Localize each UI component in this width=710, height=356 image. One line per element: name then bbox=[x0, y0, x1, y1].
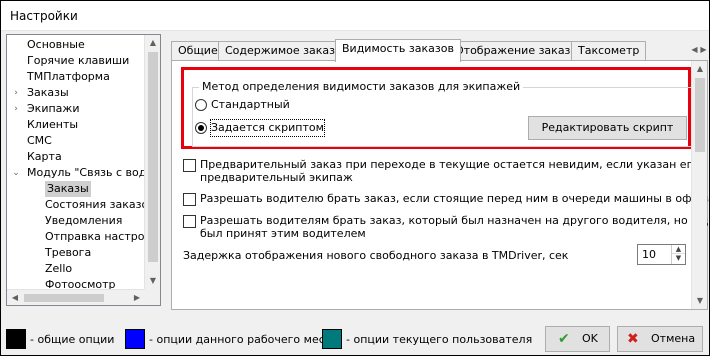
offline-label: Разрешать водителю брать заказ, если сто… bbox=[200, 192, 710, 205]
spin-up-icon[interactable]: ▲ bbox=[672, 245, 685, 254]
visibility-method-group: Метод определения видимости заказов для … bbox=[192, 80, 692, 147]
settings-tree[interactable]: Основные Горячие клавиши ТМПлатформа › Заказ… bbox=[6, 34, 161, 306]
radio-script-label: Задается скриптом bbox=[210, 119, 325, 137]
scroll-left-icon[interactable]: ◀ bbox=[7, 290, 23, 305]
tab-scroll-right-icon[interactable]: ▶ bbox=[699, 42, 708, 58]
scroll-right-icon[interactable]: ▶ bbox=[129, 290, 145, 305]
tab-scroll-left-icon[interactable]: ◀ bbox=[690, 42, 699, 58]
scroll-down-icon[interactable]: ▼ bbox=[145, 273, 160, 289]
ok-button[interactable]: ✔ OK bbox=[545, 326, 610, 352]
group-title: Метод определения видимости заказов для … bbox=[199, 80, 524, 93]
tab-order-display[interactable]: Отображение заказов bbox=[448, 41, 591, 61]
close-icon: ✖ bbox=[627, 331, 639, 347]
legend-swatch-user bbox=[322, 329, 342, 349]
spin-down-icon[interactable]: ▼ bbox=[672, 254, 685, 263]
highlight-frame: Метод определения видимости заказов для … bbox=[181, 67, 692, 149]
tab-order-visibility[interactable]: Видимость заказов bbox=[335, 39, 461, 62]
tree-item-label: Модуль "Связь с водит bbox=[27, 166, 160, 179]
tree-item-label: Экипажи bbox=[27, 102, 80, 115]
tree-item-label: Заказы bbox=[27, 86, 69, 99]
offline-checkbox[interactable] bbox=[183, 193, 196, 206]
tree-item-label: Клиенты bbox=[27, 118, 79, 131]
panel-vertical-scrollbar[interactable]: ▲ ▼ bbox=[691, 61, 707, 309]
tree-item-label: Состояния заказов bbox=[45, 198, 155, 211]
legend-swatch-general bbox=[6, 329, 26, 349]
tree-hscroll-thumb[interactable] bbox=[24, 294, 104, 302]
tree-item-label: Горячие клавиши bbox=[27, 54, 130, 67]
tab-taximeter[interactable]: Таксометр bbox=[571, 41, 647, 61]
panel-scroll-thumb[interactable] bbox=[695, 78, 705, 152]
spinner-buttons: ▲ ▼ bbox=[671, 245, 685, 264]
assigned-checkbox[interactable] bbox=[183, 215, 196, 228]
panel-scroll-down-icon[interactable]: ▼ bbox=[692, 293, 708, 309]
scroll-up-icon[interactable]: ▲ bbox=[145, 35, 160, 51]
legend-swatch-workstation bbox=[125, 329, 145, 349]
delay-spinner[interactable]: 10 ▲ ▼ bbox=[637, 244, 686, 265]
legend-general-label: - общие опции bbox=[30, 333, 115, 346]
preorder-checkbox[interactable] bbox=[183, 159, 196, 172]
tree-item-label: ТМПлатформа bbox=[27, 70, 110, 83]
tree-item-label: Карта bbox=[27, 150, 62, 163]
radio-script-circle[interactable] bbox=[195, 122, 207, 134]
chevron-down-icon[interactable]: ⌄ bbox=[12, 165, 20, 181]
preorder-label: Предварительный заказ при переходе в тек… bbox=[200, 158, 700, 184]
panel-scroll-up-icon[interactable]: ▲ bbox=[692, 61, 708, 77]
tree-item-label: Zello bbox=[45, 262, 73, 275]
delay-label: Задержка отображения нового свободного з… bbox=[183, 249, 569, 262]
tree-scroll-thumb[interactable] bbox=[148, 52, 158, 262]
cancel-button-label: Отмена bbox=[651, 332, 696, 345]
delay-value[interactable]: 10 bbox=[642, 248, 656, 261]
legend-workstation-label: - опции данного рабочего места bbox=[149, 333, 338, 346]
cancel-button[interactable]: ✖ Отмена bbox=[617, 326, 703, 352]
tab-scroll-arrows: ◀ ▶ bbox=[690, 42, 708, 58]
tree-item-label: Тревога bbox=[45, 246, 92, 259]
chevron-right-icon[interactable]: › bbox=[12, 101, 20, 117]
assigned-label: Разрешать водителям брать заказ, который… bbox=[200, 214, 710, 240]
tab-general[interactable]: Общие bbox=[171, 41, 225, 61]
edit-script-button[interactable]: Редактировать скрипт bbox=[528, 116, 687, 140]
tree-item-label: Основные bbox=[27, 38, 85, 51]
scroll-corner bbox=[144, 289, 160, 305]
tree-item-label: СМС bbox=[27, 134, 52, 147]
tree-item-label: Отправка настроек bbox=[45, 230, 158, 243]
tree-vertical-scrollbar[interactable]: ▲ ▼ bbox=[144, 35, 160, 289]
settings-window: Настройки Основные Горячие клавиши ТМПлатф… bbox=[0, 0, 710, 356]
window-title: Настройки bbox=[10, 9, 78, 23]
tree-item-label: Заказы bbox=[45, 181, 91, 197]
checkmark-icon: ✔ bbox=[558, 331, 570, 347]
chevron-right-icon[interactable]: › bbox=[12, 85, 20, 101]
radio-standard-label: Стандартный bbox=[211, 98, 290, 111]
visibility-tab-panel: Метод определения видимости заказов для … bbox=[171, 60, 710, 310]
tree-item-label: Уведомления bbox=[45, 214, 123, 227]
title-bar[interactable]: Настройки bbox=[1, 1, 709, 31]
radio-standard-circle[interactable] bbox=[195, 99, 207, 111]
legend-user-label: - опции текущего пользователя bbox=[346, 333, 533, 346]
ok-button-label: OK bbox=[582, 332, 598, 345]
tree-horizontal-scrollbar[interactable]: ◀ ▶ bbox=[7, 289, 145, 305]
